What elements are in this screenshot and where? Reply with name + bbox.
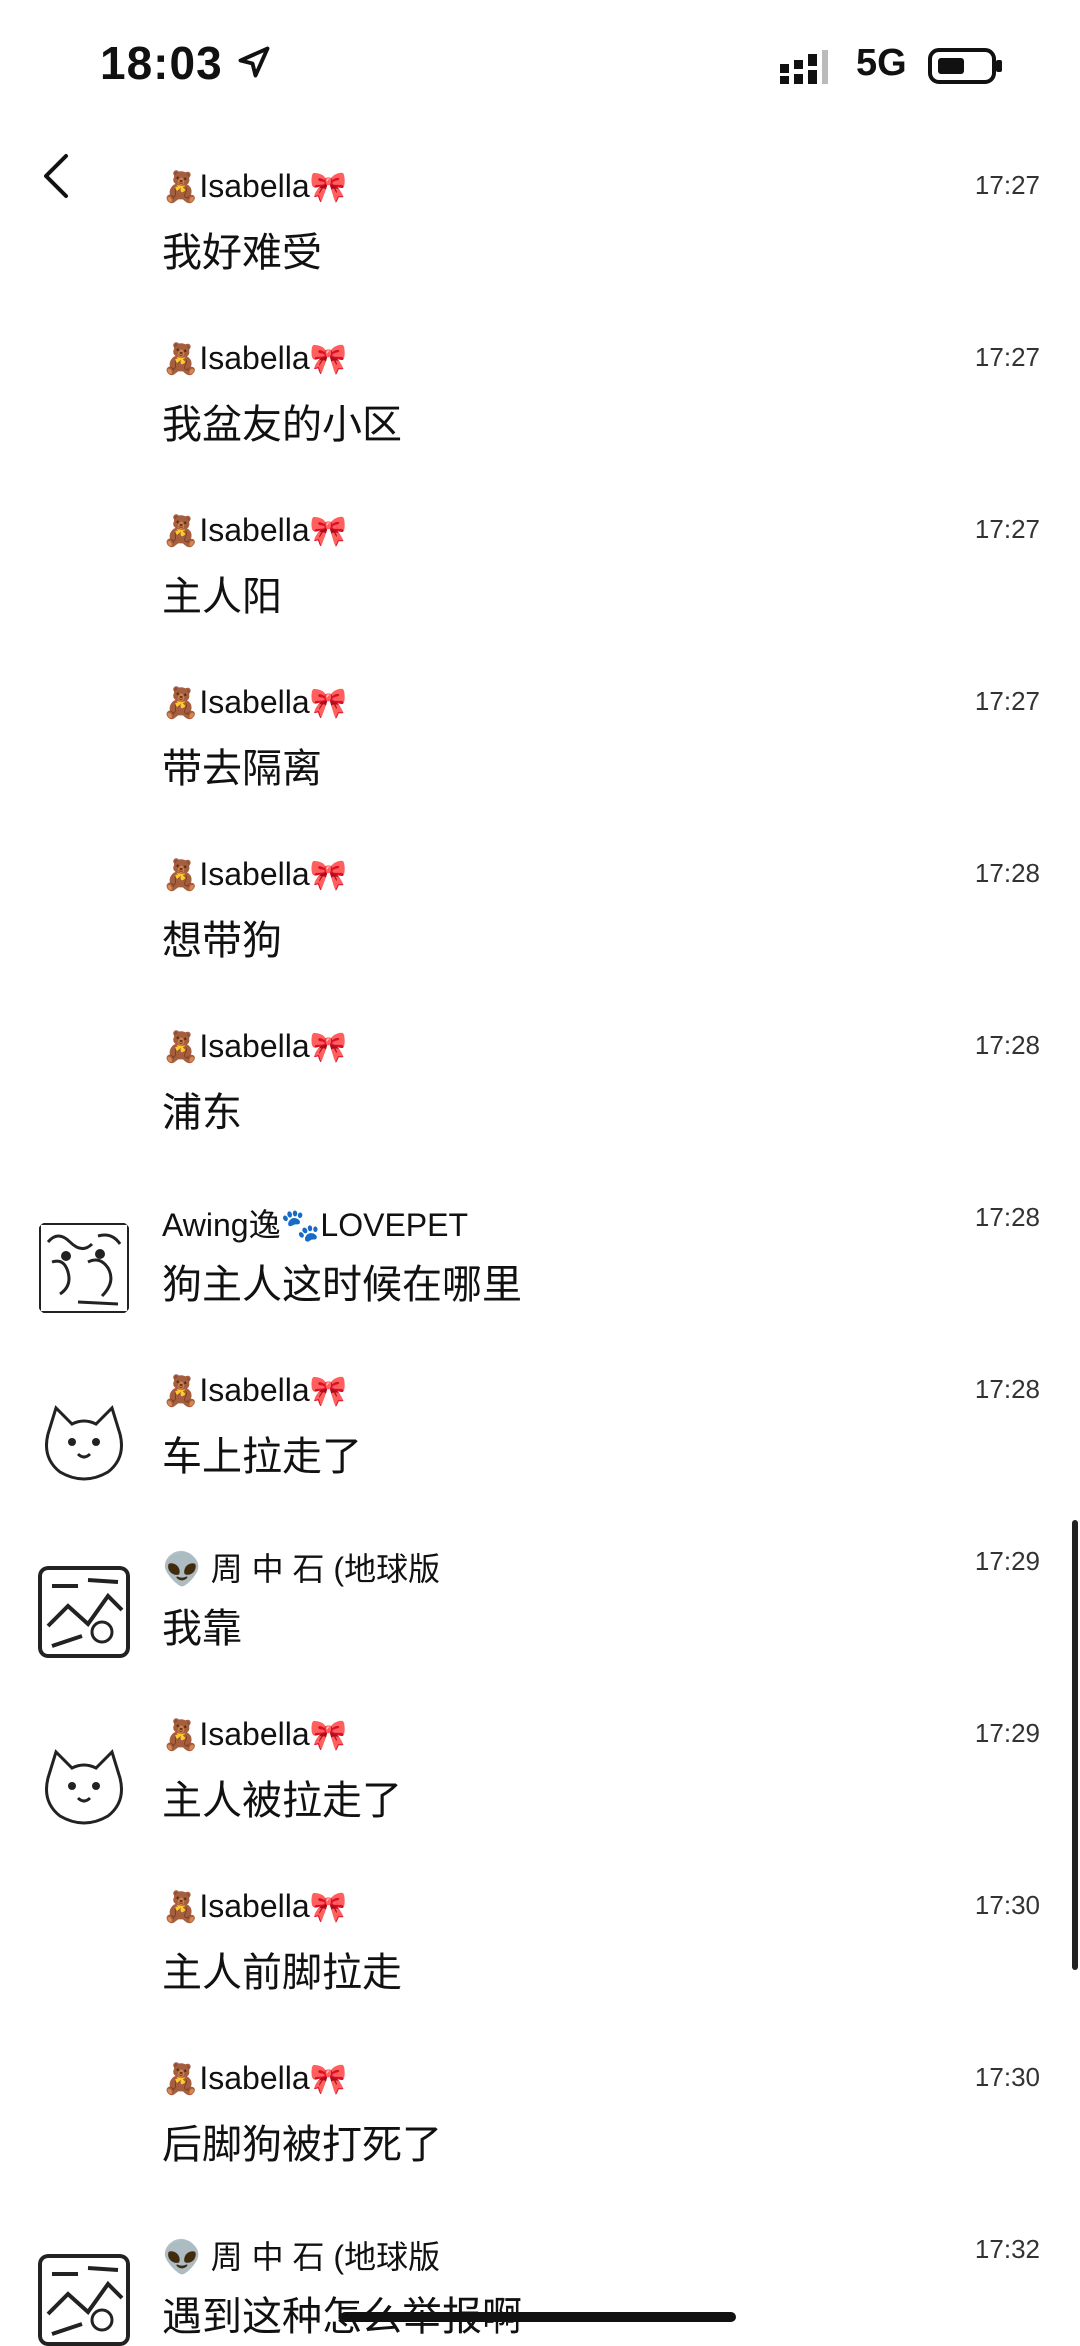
location-arrow-icon: [238, 46, 270, 78]
message-item[interactable]: 🧸Isabella🎀 17:30 主人前脚拉走: [0, 1880, 1080, 2050]
message-item[interactable]: 👽 周 中 石 (地球版 17:29 我靠: [0, 1536, 1080, 1706]
avatar[interactable]: [38, 1566, 130, 1658]
message-text: 主人阳: [162, 574, 282, 620]
bear-icon: 🧸: [162, 859, 200, 892]
bow-icon: 🎀: [309, 1719, 348, 1752]
message-time: 17:28: [974, 858, 1040, 888]
message-text: 想带狗: [162, 918, 282, 964]
message-text: 主人前脚拉走: [162, 1950, 402, 1996]
message-time: 17:27: [974, 686, 1040, 716]
message-item[interactable]: 🧸Isabella🎀 17:27 我盆友的小区: [0, 332, 1080, 502]
avatar[interactable]: [38, 1738, 130, 1830]
message-text: 我盆友的小区: [162, 402, 402, 448]
message-text: 狗主人这时候在哪里: [162, 1262, 522, 1308]
bow-icon: 🎀: [309, 859, 348, 892]
bow-icon: 🎀: [309, 1031, 348, 1064]
network-type: 5G: [856, 42, 907, 84]
message-item[interactable]: 🧸Isabella🎀 17:27 带去隔离: [0, 676, 1080, 846]
sender-name: 🧸Isabella🎀: [162, 1028, 348, 1064]
message-time: 17:27: [974, 514, 1040, 544]
signal-bars-icon: [780, 50, 828, 84]
bear-icon: 🧸: [162, 2063, 200, 2096]
message-item[interactable]: Awing逸🐾LOVEPET 17:28 狗主人这时候在哪里: [0, 1192, 1080, 1362]
message-time: 17:32: [974, 2234, 1040, 2264]
message-time: 17:29: [974, 1718, 1040, 1748]
bow-icon: 🎀: [309, 2063, 348, 2096]
bear-icon: 🧸: [162, 1719, 200, 1752]
sender-name: 👽 周 中 石 (地球版: [162, 1551, 441, 1587]
avatar[interactable]: [38, 1222, 130, 1314]
message-time: 17:28: [974, 1030, 1040, 1060]
message-text: 浦东: [162, 1090, 242, 1136]
message-text: 带去隔离: [162, 746, 322, 792]
bear-icon: 🧸: [162, 1891, 200, 1924]
sender-name: 👽 周 中 石 (地球版: [162, 2239, 441, 2275]
bow-icon: 🎀: [309, 1891, 348, 1924]
bow-icon: 🎀: [309, 171, 348, 204]
message-text: 我靠: [162, 1606, 242, 1652]
box-avatar-icon: [38, 1566, 130, 1658]
cat-avatar-icon: [45, 1405, 123, 1481]
message-item[interactable]: 🧸Isabella🎀 17:28 想带狗: [0, 848, 1080, 1018]
bow-icon: 🎀: [309, 1375, 348, 1408]
status-time: 18:03: [100, 37, 223, 89]
message-time: 17:28: [974, 1374, 1040, 1404]
bear-icon: 🧸: [162, 1031, 200, 1064]
message-item[interactable]: 🧸Isabella🎀 17:28 浦东: [0, 1020, 1080, 1190]
battery-icon: [928, 48, 1002, 84]
box-avatar-icon: [38, 2254, 130, 2346]
bear-icon: 🧸: [162, 515, 200, 548]
sender-name: 🧸Isabella🎀: [162, 512, 348, 548]
message-time: 17:30: [974, 1890, 1040, 1920]
sender-name: 🧸Isabella🎀: [162, 340, 348, 376]
message-time: 17:27: [974, 170, 1040, 200]
message-text: 我好难受: [162, 230, 322, 276]
message-item[interactable]: 🧸Isabella🎀 17:30 后脚狗被打死了: [0, 2052, 1080, 2222]
bear-icon: 🧸: [162, 687, 200, 720]
sender-name: Awing逸🐾LOVEPET: [162, 1207, 469, 1243]
status-bar: 18:03 5G: [0, 0, 1080, 130]
message-time: 17:28: [974, 1202, 1040, 1232]
home-indicator[interactable]: [340, 2312, 736, 2322]
sender-name: 🧸Isabella🎀: [162, 1372, 348, 1408]
message-item[interactable]: 🧸Isabella🎀 17:27 我好难受: [0, 160, 1080, 330]
sender-name: 🧸Isabella🎀: [162, 2060, 348, 2096]
avatar[interactable]: [38, 2254, 130, 2346]
message-text: 后脚狗被打死了: [162, 2122, 442, 2168]
message-text: 主人被拉走了: [162, 1778, 402, 1824]
sender-name: 🧸Isabella🎀: [162, 1888, 348, 1924]
sketch-avatar-icon: [39, 1223, 129, 1313]
bow-icon: 🎀: [309, 515, 348, 548]
message-text: 车上拉走了: [162, 1434, 362, 1480]
bear-icon: 🧸: [162, 343, 200, 376]
message-item[interactable]: 🧸Isabella🎀 17:28 车上拉走了: [0, 1364, 1080, 1534]
bow-icon: 🎀: [309, 687, 348, 720]
message-item[interactable]: 🧸Isabella🎀 17:29 主人被拉走了: [0, 1708, 1080, 1878]
message-time: 17:30: [974, 2062, 1040, 2092]
avatar[interactable]: [38, 1394, 130, 1486]
bow-icon: 🎀: [309, 343, 348, 376]
sender-name: 🧸Isabella🎀: [162, 684, 348, 720]
message-time: 17:29: [974, 1546, 1040, 1576]
message-item[interactable]: 🧸Isabella🎀 17:27 主人阳: [0, 504, 1080, 674]
message-time: 17:27: [974, 342, 1040, 372]
sender-name: 🧸Isabella🎀: [162, 856, 348, 892]
cat-avatar-icon: [45, 1749, 123, 1825]
bear-icon: 🧸: [162, 171, 200, 204]
bear-icon: 🧸: [162, 1375, 200, 1408]
sender-name: 🧸Isabella🎀: [162, 168, 348, 204]
sender-name: 🧸Isabella🎀: [162, 1716, 348, 1752]
scrollbar[interactable]: [1072, 1520, 1078, 1970]
